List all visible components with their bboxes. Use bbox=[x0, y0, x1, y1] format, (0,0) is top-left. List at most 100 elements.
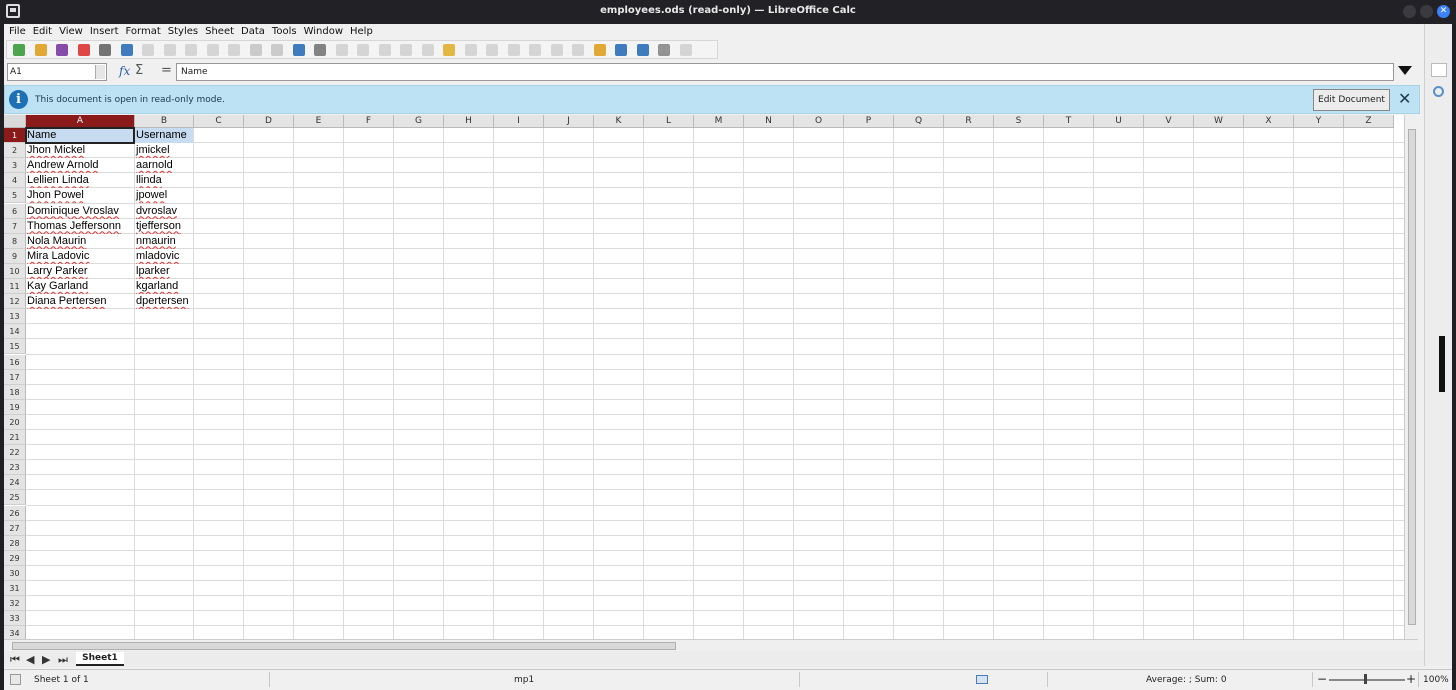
cell-a8[interactable]: Nola Maurin bbox=[26, 234, 134, 249]
row-header-31[interactable]: 31 bbox=[4, 581, 26, 596]
row-header-4[interactable]: 4 bbox=[4, 173, 26, 189]
row-header-8[interactable]: 8 bbox=[4, 233, 26, 249]
column-header-i[interactable]: I bbox=[494, 115, 544, 128]
row-header-16[interactable]: 16 bbox=[4, 354, 26, 370]
find-replace-icon[interactable] bbox=[292, 44, 305, 56]
column-header-y[interactable]: Y bbox=[1294, 115, 1344, 128]
cell-b2[interactable]: jmickel bbox=[135, 143, 193, 158]
column-header-m[interactable]: M bbox=[694, 115, 744, 128]
column-header-b[interactable]: B bbox=[135, 115, 194, 128]
expand-formula-bar-icon[interactable] bbox=[1398, 66, 1412, 75]
save-icon[interactable] bbox=[56, 44, 68, 56]
print-icon[interactable] bbox=[99, 44, 111, 56]
column-icon[interactable] bbox=[357, 44, 369, 56]
row-header-2[interactable]: 2 bbox=[4, 143, 26, 159]
row-header-6[interactable]: 6 bbox=[4, 203, 26, 219]
zoom-slider-thumb[interactable] bbox=[1364, 674, 1367, 684]
cell-b5[interactable]: jpowel bbox=[135, 188, 193, 203]
column-header-p[interactable]: P bbox=[844, 115, 894, 128]
undo-icon[interactable] bbox=[249, 44, 262, 56]
row-header-26[interactable]: 26 bbox=[4, 505, 26, 521]
clone-formatting-icon[interactable] bbox=[206, 44, 219, 56]
menu-item-edit[interactable]: Edit bbox=[33, 24, 52, 40]
infobar-close-icon[interactable]: ✕ bbox=[1398, 89, 1411, 108]
column-header-l[interactable]: L bbox=[644, 115, 694, 128]
row-header-10[interactable]: 10 bbox=[4, 263, 26, 279]
column-header-z[interactable]: Z bbox=[1344, 115, 1394, 128]
menu-item-styles[interactable]: Styles bbox=[168, 24, 198, 40]
sort-ascending-icon[interactable] bbox=[400, 44, 412, 56]
cell-b12[interactable]: dpertersen bbox=[135, 294, 193, 309]
zoom-in-icon[interactable]: + bbox=[1406, 672, 1416, 686]
row-header-21[interactable]: 21 bbox=[4, 430, 26, 445]
selection-mode-icon[interactable] bbox=[976, 675, 988, 684]
cell-a3[interactable]: Andrew Arnold bbox=[26, 158, 134, 173]
column-header-v[interactable]: V bbox=[1144, 115, 1194, 128]
horizontal-scroll-thumb[interactable] bbox=[12, 642, 676, 650]
headers-footers-icon[interactable] bbox=[593, 44, 606, 56]
row-header-22[interactable]: 22 bbox=[4, 445, 26, 461]
chart-icon[interactable] bbox=[486, 44, 498, 56]
cell-a7[interactable]: Thomas Jeffersonn bbox=[26, 219, 134, 234]
menu-item-format[interactable]: Format bbox=[126, 24, 161, 40]
autofilter-icon[interactable] bbox=[443, 44, 455, 56]
sidebar-collapse-handle[interactable] bbox=[1439, 336, 1445, 392]
row-header-18[interactable]: 18 bbox=[4, 384, 26, 400]
row-header-14[interactable]: 14 bbox=[4, 324, 26, 340]
redo-icon[interactable] bbox=[271, 44, 283, 56]
row-header-32[interactable]: 32 bbox=[4, 596, 26, 612]
row-header-27[interactable]: 27 bbox=[4, 520, 26, 536]
cell-b8[interactable]: nmaurin bbox=[135, 234, 193, 249]
row-header-19[interactable]: 19 bbox=[4, 399, 26, 415]
comment-icon[interactable] bbox=[572, 44, 584, 56]
name-box-dropdown-icon[interactable] bbox=[95, 65, 105, 79]
formula-input[interactable]: Name bbox=[176, 63, 1394, 81]
row-header-34[interactable]: 34 bbox=[4, 626, 26, 639]
next-sheet-icon[interactable]: ▶ bbox=[42, 653, 50, 666]
show-draw-functions-icon[interactable] bbox=[679, 44, 692, 56]
row-header-33[interactable]: 33 bbox=[4, 611, 26, 627]
cut-icon[interactable] bbox=[142, 44, 154, 56]
new-icon[interactable] bbox=[13, 44, 25, 56]
sidebar-properties-icon[interactable] bbox=[1431, 63, 1447, 77]
column-header-e[interactable]: E bbox=[294, 115, 344, 128]
spreadsheet-grid[interactable]: A B C D E F G H I J K L M N O P Q R S T U V W X Y Z 1 2 3 4 5 6 7 8 9 10 11 1… bbox=[4, 115, 1404, 639]
first-sheet-icon[interactable]: ⏮ bbox=[10, 653, 20, 667]
row-header-7[interactable]: 7 bbox=[4, 218, 26, 234]
zoom-out-icon[interactable]: − bbox=[1317, 672, 1327, 686]
cell-a12[interactable]: Diana Pertersen bbox=[26, 294, 134, 309]
cell-a10[interactable]: Larry Parker bbox=[26, 264, 134, 279]
menu-item-help[interactable]: Help bbox=[350, 24, 373, 40]
clear-formatting-icon[interactable] bbox=[228, 44, 240, 56]
row-header-24[interactable]: 24 bbox=[4, 475, 26, 491]
zoom-level[interactable]: 100% bbox=[1423, 675, 1449, 685]
row-header-1[interactable]: 1 bbox=[4, 128, 26, 143]
row-header-30[interactable]: 30 bbox=[4, 565, 26, 581]
row-header-12[interactable]: 12 bbox=[4, 294, 26, 310]
cell-b7[interactable]: tjefferson bbox=[135, 219, 193, 234]
cell-b4[interactable]: llinda bbox=[135, 173, 193, 188]
menu-item-window[interactable]: Window bbox=[304, 24, 343, 40]
paste-icon[interactable] bbox=[185, 44, 197, 56]
minimize-button[interactable] bbox=[1403, 5, 1416, 18]
row-header-3[interactable]: 3 bbox=[4, 158, 26, 174]
sort-descending-icon[interactable] bbox=[421, 44, 434, 56]
column-header-u[interactable]: U bbox=[1094, 115, 1144, 128]
cell-b1[interactable]: Username bbox=[135, 128, 193, 143]
menu-item-insert[interactable]: Insert bbox=[90, 24, 119, 40]
cell-b3[interactable]: aarnold bbox=[135, 158, 193, 173]
row-header-15[interactable]: 15 bbox=[4, 339, 26, 355]
print-preview-icon[interactable] bbox=[120, 44, 133, 56]
cell-b11[interactable]: kgarland bbox=[135, 279, 193, 294]
image-icon[interactable] bbox=[464, 44, 477, 56]
horizontal-scrollbar[interactable] bbox=[4, 639, 1418, 651]
select-all-corner[interactable] bbox=[4, 115, 26, 128]
row-header-11[interactable]: 11 bbox=[4, 279, 26, 294]
column-header-x[interactable]: X bbox=[1244, 115, 1294, 128]
column-header-c[interactable]: C bbox=[194, 115, 244, 128]
sheet-tab-sheet1[interactable]: Sheet1 bbox=[76, 652, 124, 666]
navigator-icon[interactable] bbox=[1433, 86, 1444, 97]
define-print-area-icon[interactable] bbox=[615, 44, 627, 56]
cell-a6[interactable]: Dominique Vroslav bbox=[26, 204, 134, 219]
copy-icon[interactable] bbox=[163, 44, 176, 56]
